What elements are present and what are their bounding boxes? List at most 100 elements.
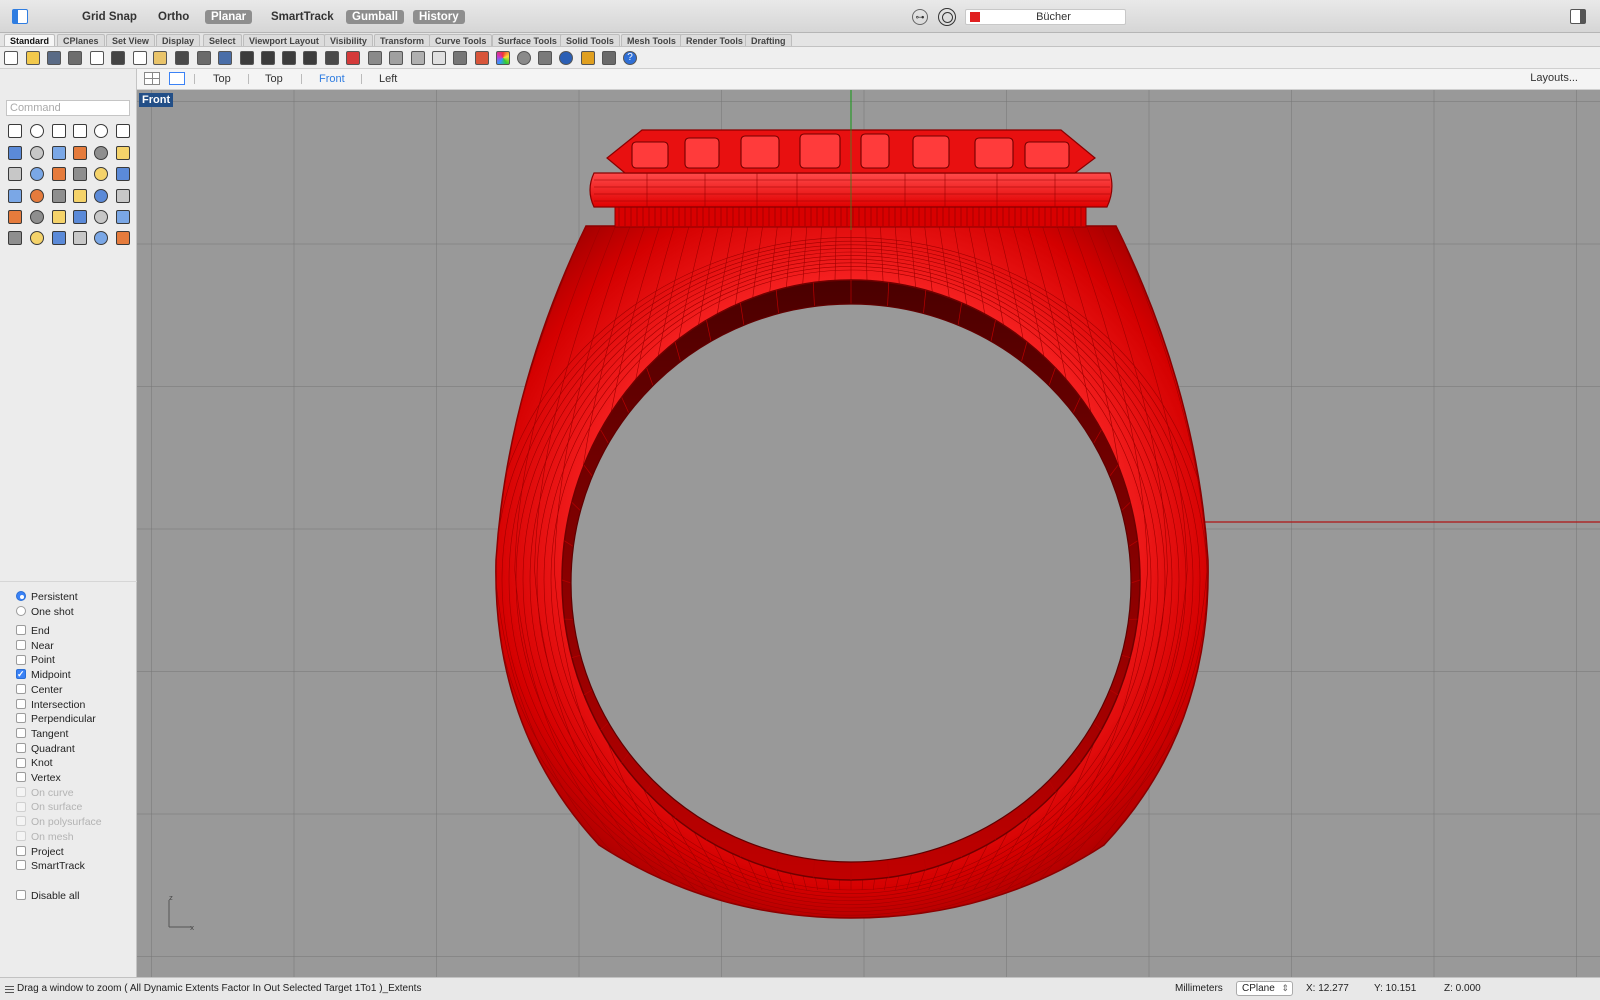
viewport-tab-front[interactable]: Front [319, 72, 345, 86]
dimension-icon[interactable] [116, 210, 130, 224]
join-icon[interactable] [52, 189, 66, 203]
osnap-intersection[interactable]: Intersection [16, 698, 85, 712]
tab-standard[interactable]: Standard [4, 34, 56, 46]
new-icon[interactable] [4, 51, 18, 65]
group-icon[interactable] [73, 189, 87, 203]
checkbox[interactable] [16, 742, 26, 753]
open-icon[interactable] [26, 51, 40, 65]
curve-icon[interactable] [8, 146, 22, 160]
osnap-end[interactable]: End [16, 624, 50, 638]
layouts-button[interactable]: Layouts... [1530, 72, 1578, 84]
pointer-filter-icon[interactable] [581, 51, 595, 65]
show-icon[interactable] [411, 51, 425, 65]
osnap-near[interactable]: Near [16, 639, 54, 653]
split-icon[interactable] [30, 189, 44, 203]
grid-icon[interactable] [602, 51, 616, 65]
car-icon[interactable] [346, 51, 360, 65]
cage-icon[interactable] [94, 210, 108, 224]
layer-selector[interactable]: Bücher [965, 9, 1126, 25]
command-input[interactable] [6, 100, 130, 116]
tab-set-view[interactable]: Set View [106, 34, 155, 46]
viewport-title[interactable]: Front [139, 93, 174, 107]
osnap-perpendicular[interactable]: Perpendicular [16, 712, 96, 726]
pan-icon[interactable] [197, 51, 211, 65]
undo-icon[interactable] [175, 51, 189, 65]
mesh-icon[interactable] [538, 51, 552, 65]
tab-solid-tools[interactable]: Solid Tools [560, 34, 620, 46]
gumball-toggle[interactable]: Gumball [346, 10, 405, 24]
osnap-point[interactable]: Point [16, 653, 55, 667]
tab-cplanes[interactable]: CPlanes [57, 34, 105, 46]
print-icon[interactable] [68, 51, 82, 65]
tab-mesh-tools[interactable]: Mesh Tools [621, 34, 682, 46]
osnap-project[interactable]: Project [16, 845, 64, 859]
save-icon[interactable] [47, 51, 61, 65]
tab-drafting[interactable]: Drafting [745, 34, 792, 46]
rectangle-icon[interactable] [73, 124, 87, 138]
smarttrack-toggle[interactable]: SmartTrack [265, 10, 340, 24]
surface-icon[interactable] [94, 146, 108, 160]
checkbox[interactable] [16, 860, 26, 871]
osnap-quadrant[interactable]: Quadrant [16, 742, 75, 756]
render-preview-icon[interactable] [94, 231, 108, 245]
ellipse-icon[interactable] [116, 124, 130, 138]
radio-button[interactable] [16, 606, 26, 617]
osnap-tangent[interactable]: Tangent [16, 727, 68, 741]
help-icon[interactable]: ? [623, 51, 637, 65]
render-icon[interactable] [559, 51, 573, 65]
material-icon[interactable] [517, 51, 531, 65]
scale-icon[interactable] [30, 210, 44, 224]
tab-surface-tools[interactable]: Surface Tools [492, 34, 563, 46]
selection-filter-icon[interactable]: ⊶ [912, 9, 928, 25]
select-icon[interactable] [8, 124, 22, 138]
history-toggle[interactable]: History [413, 10, 465, 24]
viewport-tab-left[interactable]: Left [379, 72, 397, 86]
rotate-icon[interactable] [325, 51, 339, 65]
zoom-window-icon[interactable] [261, 51, 275, 65]
osnap-mode-persistent[interactable]: Persistent [16, 590, 78, 604]
osnap-smarttrack[interactable]: SmartTrack [16, 859, 85, 873]
checkbox[interactable] [16, 772, 26, 783]
copy-icon[interactable] [133, 51, 147, 65]
offset-icon[interactable] [116, 189, 130, 203]
zoom-extents-icon[interactable] [282, 51, 296, 65]
viewport-tab-top-2[interactable]: Top [265, 72, 283, 86]
ring-model[interactable] [137, 90, 1600, 977]
zoom-icon[interactable] [240, 51, 254, 65]
osnap-midpoint[interactable]: Midpoint [16, 667, 71, 682]
osnap-mode-one-shot[interactable]: One shot [16, 605, 74, 619]
analyze-icon[interactable] [52, 231, 66, 245]
array-icon[interactable] [52, 210, 66, 224]
fillet-icon[interactable] [73, 146, 87, 160]
extrude-icon[interactable] [73, 167, 87, 181]
planar-toggle[interactable]: Planar [205, 10, 253, 24]
patch-icon[interactable] [94, 167, 108, 181]
lightbulb-icon[interactable] [432, 51, 446, 65]
check-icon[interactable] [73, 231, 87, 245]
checkbox[interactable] [16, 713, 26, 724]
polygon-icon[interactable] [52, 146, 66, 160]
tab-curve-tools[interactable]: Curve Tools [429, 34, 493, 46]
explode-icon[interactable] [116, 167, 130, 181]
front-viewport[interactable]: Front z x [137, 90, 1600, 977]
osnap-vertex[interactable]: Vertex [16, 771, 61, 785]
polyline-icon[interactable] [52, 124, 66, 138]
menu-icon[interactable] [5, 986, 14, 993]
four-viewport-layout-icon[interactable] [144, 72, 160, 85]
import-icon[interactable] [90, 51, 104, 65]
align-icon[interactable] [30, 231, 44, 245]
checkbox[interactable] [16, 845, 26, 856]
boolean-icon[interactable] [30, 167, 44, 181]
osnap-knot[interactable]: Knot [16, 756, 53, 770]
arc-icon[interactable] [94, 189, 108, 203]
lock-icon[interactable] [453, 51, 467, 65]
grid-snap-toggle[interactable]: Grid Snap [76, 10, 143, 24]
radio-button[interactable] [16, 591, 26, 602]
hide-icon[interactable] [389, 51, 403, 65]
tab-viewport-layout[interactable]: Viewport Layout [243, 34, 325, 46]
tab-render-tools[interactable]: Render Tools [680, 34, 749, 46]
right-panel-toggle-icon[interactable] [1570, 9, 1586, 24]
zoom-selected-icon[interactable] [303, 51, 317, 65]
checkbox[interactable] [16, 667, 26, 681]
tab-transform[interactable]: Transform [374, 34, 431, 46]
